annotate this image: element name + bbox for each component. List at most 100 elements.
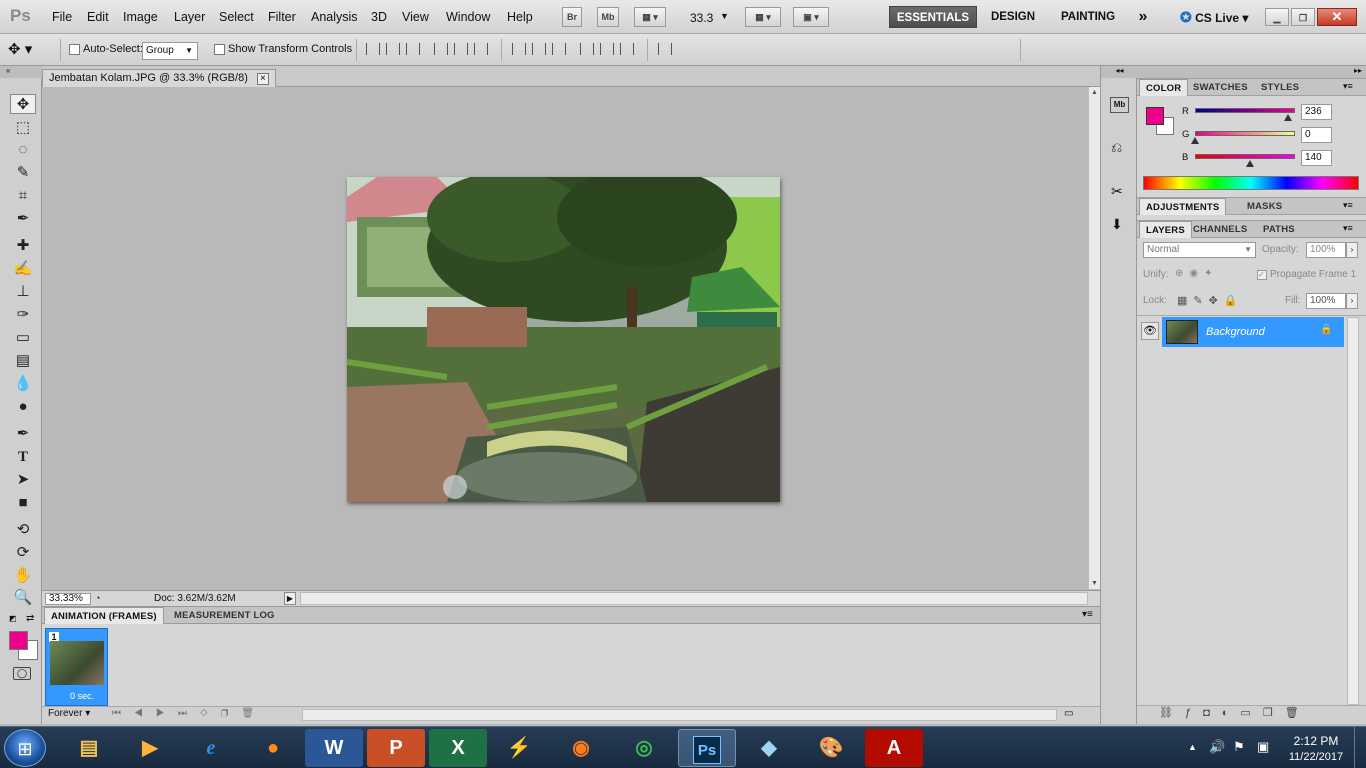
rectangle-tool-icon[interactable]: ■ (10, 493, 36, 513)
r-slider-handle[interactable] (1283, 114, 1292, 121)
restore-button[interactable]: ❐ (1291, 8, 1315, 26)
taskbar-excel-icon[interactable]: X (429, 729, 487, 767)
swap-colors-icon[interactable]: ⇄ (26, 613, 34, 624)
hand-tool-icon[interactable]: ✋ (10, 566, 36, 586)
taskbar-chrome-icon[interactable]: ◎ (615, 729, 673, 767)
volume-icon[interactable]: 🔊 (1209, 739, 1225, 755)
color-ramp[interactable] (1143, 176, 1359, 190)
taskbar-word-icon[interactable]: W (305, 729, 363, 767)
show-desktop-button[interactable] (1354, 727, 1366, 768)
menu-select[interactable]: Select (219, 10, 254, 24)
dodge-tool-icon[interactable]: ● (10, 397, 36, 417)
align-bottom-icon[interactable] (406, 43, 420, 55)
workspace-design[interactable]: DESIGN (985, 6, 1041, 28)
delete-frame-icon[interactable]: 🗑 (241, 708, 267, 719)
new-layer-icon[interactable]: ❐ (1263, 707, 1285, 719)
frame-delay[interactable]: 0 sec. (70, 691, 94, 701)
quick-selection-tool-icon[interactable]: ✎ (10, 163, 36, 183)
opacity-input[interactable]: 100% (1306, 242, 1346, 258)
b-slider[interactable] (1195, 154, 1295, 159)
show-transform-checkbox[interactable] (214, 44, 225, 55)
lasso-tool-icon[interactable]: ◌ (10, 140, 36, 160)
auto-align-layers-icon[interactable] (658, 43, 672, 55)
tab-styles[interactable]: STYLES (1255, 79, 1305, 96)
layer-name[interactable]: Background (1206, 326, 1265, 338)
bridge-button[interactable]: Br (562, 7, 582, 27)
unify-style-icon[interactable]: ✦ (1204, 268, 1218, 279)
menu-view[interactable]: View (402, 10, 429, 24)
distribute-right-icon[interactable] (620, 43, 634, 55)
3d-orbit-tool-icon[interactable]: ⟳ (10, 543, 36, 563)
blend-mode-dropdown[interactable]: Normal ▼ (1143, 242, 1256, 258)
lock-transparency-icon[interactable]: ▦ (1177, 295, 1193, 307)
minimize-button[interactable]: ▁ (1265, 8, 1289, 26)
align-top-icon[interactable] (366, 43, 380, 55)
healing-brush-tool-icon[interactable]: ✚ (10, 236, 36, 256)
adjustments-panel-menu-icon[interactable]: ▾≡ (1343, 200, 1353, 211)
layers-panel-menu-icon[interactable]: ▾≡ (1343, 223, 1353, 234)
start-button[interactable]: ⊞ (4, 729, 46, 767)
link-layers-icon[interactable]: ⛓ (1159, 707, 1185, 719)
r-slider[interactable] (1195, 108, 1295, 113)
menu-analysis[interactable]: Analysis (311, 10, 358, 24)
b-slider-handle[interactable] (1246, 160, 1254, 167)
menu-layer[interactable]: Layer (174, 10, 205, 24)
b-value-input[interactable]: 140 (1301, 150, 1332, 166)
collapse-panels-icon[interactable]: ▸▸ (1137, 66, 1366, 78)
auto-select-dropdown[interactable]: Group ▼ (142, 42, 198, 60)
scroll-up-icon[interactable]: ▲ (1091, 89, 1098, 96)
taskbar-paint-icon[interactable]: 🎨 (802, 729, 860, 767)
panel-menu-icon[interactable]: ▾≡ (1082, 609, 1093, 620)
view-extras-button[interactable]: ▦ ▾ (634, 7, 666, 27)
tools-presets-icon[interactable]: ✂ (1111, 183, 1123, 200)
unify-position-icon[interactable]: ⊕ (1175, 268, 1189, 279)
fill-input[interactable]: 100% (1306, 293, 1346, 309)
delete-layer-icon[interactable]: 🗑 (1285, 707, 1311, 719)
convert-timeline-icon[interactable]: ▭ (1064, 708, 1073, 719)
align-right-icon[interactable] (474, 43, 488, 55)
taskbar-notes-icon[interactable]: ◆ (740, 729, 798, 767)
distribute-hcenter-icon[interactable] (600, 43, 614, 55)
taskbar-app-icon[interactable]: ● (244, 729, 302, 767)
cs-live-button[interactable]: ✪ CS Live ▾ (1180, 9, 1248, 26)
eyedropper-tool-icon[interactable]: ✒ (10, 209, 36, 229)
close-document-icon[interactable]: × (256, 73, 269, 85)
clone-stamp-tool-icon[interactable]: ⊥ (10, 282, 36, 302)
fg-color-chip[interactable] (1146, 107, 1164, 125)
tween-icon[interactable]: ◇ (200, 708, 221, 719)
r-value-input[interactable]: 236 (1301, 104, 1332, 120)
path-selection-tool-icon[interactable]: ➤ (10, 470, 36, 490)
show-hidden-icons[interactable]: ▲ (1188, 742, 1197, 752)
loop-dropdown[interactable]: Forever ▾ (48, 708, 90, 719)
unify-visibility-icon[interactable]: ◉ (1189, 268, 1204, 279)
horizontal-scrollbar[interactable] (300, 592, 1088, 605)
crop-tool-icon[interactable]: ⌗ (10, 186, 36, 206)
layer-visibility-eye-icon[interactable]: 👁 (1141, 322, 1159, 340)
distribute-center-icon[interactable] (532, 43, 546, 55)
align-left-icon[interactable] (434, 43, 448, 55)
menu-3d[interactable]: 3D (371, 10, 387, 24)
tab-measurement-log[interactable]: MEASUREMENT LOG (168, 607, 281, 624)
distribute-top-icon[interactable] (512, 43, 526, 55)
taskbar-acrobat-icon[interactable]: A (865, 729, 923, 767)
status-menu-arrow-icon[interactable]: ▶ (284, 592, 296, 605)
vertical-scrollbar[interactable]: ▲ ▼ (1088, 87, 1100, 589)
menu-filter[interactable]: Filter (268, 10, 296, 24)
layers-scrollbar[interactable] (1347, 317, 1359, 705)
foreground-color-swatch[interactable] (9, 631, 28, 650)
auto-select-checkbox[interactable] (69, 44, 80, 55)
opacity-arrow-icon[interactable]: › (1346, 242, 1358, 258)
add-mask-icon[interactable]: ◘ (1203, 707, 1222, 719)
animation-frame[interactable]: 1 0 sec. (45, 628, 108, 706)
status-preview-icon[interactable]: ◔ (95, 593, 100, 603)
duplicate-frame-icon[interactable]: ❐ (221, 708, 242, 719)
mini-bridge-panel-icon[interactable]: Mb (1110, 97, 1129, 113)
tab-channels[interactable]: CHANNELS (1187, 221, 1253, 238)
align-vertical-center-icon[interactable] (386, 43, 400, 55)
clone-source-icon[interactable]: ⬇ (1111, 216, 1123, 233)
close-window-button[interactable]: ✕ (1317, 8, 1357, 26)
zoom-level[interactable]: 33.3 (690, 11, 713, 25)
screen-mode-button[interactable]: ▣ ▾ (793, 7, 829, 27)
align-horizontal-center-icon[interactable] (454, 43, 468, 55)
lock-position-icon[interactable]: ✥ (1209, 295, 1224, 307)
